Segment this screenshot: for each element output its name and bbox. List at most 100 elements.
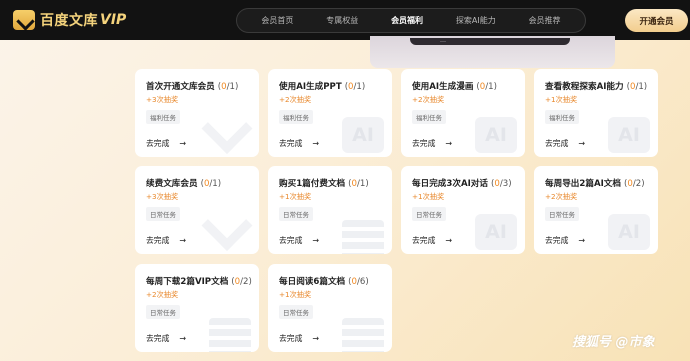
task-progress: (0/3) [491,179,512,189]
task-card[interactable]: 每周下载2篇VIP文档 (0/2) +2次抽奖 日常任务 去完成 → [135,264,259,352]
document-icon [342,318,384,352]
task-go-button[interactable]: 去完成 → [545,235,585,246]
task-card[interactable]: AI 每周导出2篇AI文档 (0/2) +2次抽奖 日常任务 去完成 → [534,166,658,254]
top-bar: 百度文库 VIP 会员首页 专属权益 会员福利 探索AI能力 会员推荐 开通会员 [0,0,690,40]
task-card[interactable]: 每日阅读6篇文档 (0/6) +1次抽奖 日常任务 去完成 → [268,264,392,352]
task-title: 使用AI生成PPT (0/1) [279,80,386,92]
arrow-right-icon: → [179,236,187,245]
task-reward: +3次抽奖 [146,192,179,201]
task-reward: +1次抽奖 [279,290,312,299]
task-card[interactable]: AI 使用AI生成漫画 (0/1) +2次抽奖 福利任务 去完成 → [401,69,525,157]
ai-icon: AI [608,214,650,250]
task-tag: 日常任务 [146,305,180,319]
document-icon [209,318,251,352]
main-nav: 会员首页 专属权益 会员福利 探索AI能力 会员推荐 [236,8,586,33]
task-go-button[interactable]: 去完成 → [412,235,452,246]
task-go-button[interactable]: 去完成 → [146,138,186,149]
task-go-button[interactable]: 去完成 → [279,333,319,344]
task-title-text: 续费文库会员 [146,179,198,189]
task-go-label: 去完成 [412,236,436,245]
task-progress-total: /1) [226,82,239,92]
task-title: 每日阅读6篇文档 (0/6) [279,275,386,287]
arrow-right-icon: → [445,139,453,148]
task-title-text: 首次开通文库会员 [146,82,215,92]
task-go-button[interactable]: 去完成 → [146,235,186,246]
task-tag: 日常任务 [279,207,313,221]
task-card[interactable]: 首次开通文库会员 (0/1) +3次抽奖 福利任务 去完成 → [135,69,259,157]
nav-member-benefits[interactable]: 会员福利 [391,15,423,26]
task-title: 每周下载2篇VIP文档 (0/2) [146,275,253,287]
wenku-v-icon [201,200,253,251]
nav-exclusive-rights[interactable]: 专属权益 [326,15,358,26]
task-tag: 福利任务 [146,110,180,124]
task-card[interactable]: AI 使用AI生成PPT (0/1) +2次抽奖 福利任务 去完成 → [268,69,392,157]
task-title-text: 每周导出2篇AI文档 [545,179,621,189]
task-title: 续费文库会员 (0/1) [146,177,253,189]
task-progress-total: /6) [356,277,369,287]
task-reward: +3次抽奖 [146,95,179,104]
task-go-button[interactable]: 去完成 → [412,138,452,149]
task-title: 每日完成3次AI对话 (0/3) [412,177,519,189]
task-title-text: 查看教程探索AI能力 [545,82,624,92]
arrow-right-icon: → [179,139,187,148]
ai-icon: AI [475,117,517,153]
banner-strip [410,38,570,45]
arrow-right-icon: → [179,334,187,343]
task-go-label: 去完成 [279,236,303,245]
task-go-label: 去完成 [146,139,170,148]
task-tag: 福利任务 [412,110,446,124]
task-progress: (0/1) [476,82,497,92]
nav-member-referral[interactable]: 会员推荐 [529,15,561,26]
task-progress: (0/1) [218,82,239,92]
task-title-text: 每日完成3次AI对话 [412,179,488,189]
task-title: 使用AI生成漫画 (0/1) [412,80,519,92]
task-title-text: 每日阅读6篇文档 [279,277,346,287]
task-progress-total: /2) [632,179,645,189]
task-tag: 福利任务 [279,110,313,124]
task-title: 查看教程探索AI能力 (0/1) [545,80,652,92]
task-reward: +2次抽奖 [279,95,312,104]
task-title-text: 每周下载2篇VIP文档 [146,277,229,287]
arrow-right-icon: → [312,236,320,245]
brand-logo[interactable]: 百度文库 VIP [13,10,126,30]
task-go-label: 去完成 [146,236,170,245]
task-go-button[interactable]: 去完成 → [279,235,319,246]
arrow-right-icon: → [312,139,320,148]
task-title: 首次开通文库会员 (0/1) [146,80,253,92]
task-tag: 日常任务 [279,305,313,319]
task-progress-total: /1) [209,179,222,189]
task-card[interactable]: AI 查看教程探索AI能力 (0/1) +1次抽奖 福利任务 去完成 → [534,69,658,157]
task-reward: +1次抽奖 [279,192,312,201]
task-card[interactable]: AI 每日完成3次AI对话 (0/3) +1次抽奖 日常任务 去完成 → [401,166,525,254]
task-reward: +2次抽奖 [412,95,445,104]
ai-icon: AI [475,214,517,250]
task-title-text: 购买1篇付费文档 [279,179,346,189]
task-progress-total: /1) [485,82,497,92]
task-go-button[interactable]: 去完成 → [146,333,186,344]
task-progress: (0/2) [624,179,645,189]
task-tag: 日常任务 [146,207,180,221]
task-go-label: 去完成 [279,139,303,148]
ai-icon: AI [608,117,650,153]
arrow-right-icon: → [445,236,453,245]
nav-explore-ai[interactable]: 探索AI能力 [456,15,496,26]
task-go-label: 去完成 [545,236,569,245]
open-membership-button[interactable]: 开通会员 [625,9,688,32]
task-progress: (0/2) [231,277,252,287]
task-title: 购买1篇付费文档 (0/1) [279,177,386,189]
task-progress: (0/1) [348,179,369,189]
task-go-label: 去完成 [412,139,436,148]
task-progress: (0/1) [201,179,222,189]
task-reward: +2次抽奖 [146,290,179,299]
task-tag: 日常任务 [545,207,579,221]
task-go-button[interactable]: 去完成 → [545,138,585,149]
task-card[interactable]: 续费文库会员 (0/1) +3次抽奖 日常任务 去完成 → [135,166,259,254]
task-card[interactable]: 购买1篇付费文档 (0/1) +1次抽奖 日常任务 去完成 → [268,166,392,254]
task-go-label: 去完成 [146,334,170,343]
brand-name: 百度文库 [40,13,98,29]
task-progress-total: /1) [635,82,648,92]
nav-member-home[interactable]: 会员首页 [261,15,293,26]
task-go-button[interactable]: 去完成 → [279,138,319,149]
task-progress-total: /2) [240,277,252,287]
task-progress: (0/6) [348,277,369,287]
